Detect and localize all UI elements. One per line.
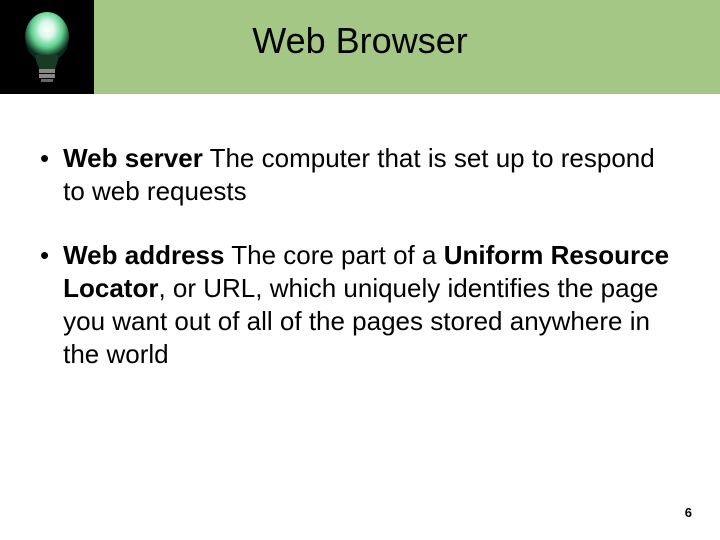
bullet-item: • Web server The computer that is set up… bbox=[40, 142, 680, 209]
term: Web address bbox=[63, 240, 224, 270]
slide-content: • Web server The computer that is set up… bbox=[0, 94, 720, 372]
bullet-text: Web address The core part of a Uniform R… bbox=[63, 239, 680, 372]
slide-title: Web Browser bbox=[0, 20, 720, 62]
bullet-text: Web server The computer that is set up t… bbox=[63, 142, 680, 209]
bullet-item: • Web address The core part of a Uniform… bbox=[40, 239, 680, 372]
page-number: 6 bbox=[685, 505, 692, 520]
bullet-mark: • bbox=[40, 239, 49, 372]
bullet-mark: • bbox=[40, 142, 49, 209]
term: Web server bbox=[63, 143, 203, 173]
slide-header: Web Browser bbox=[0, 0, 720, 94]
